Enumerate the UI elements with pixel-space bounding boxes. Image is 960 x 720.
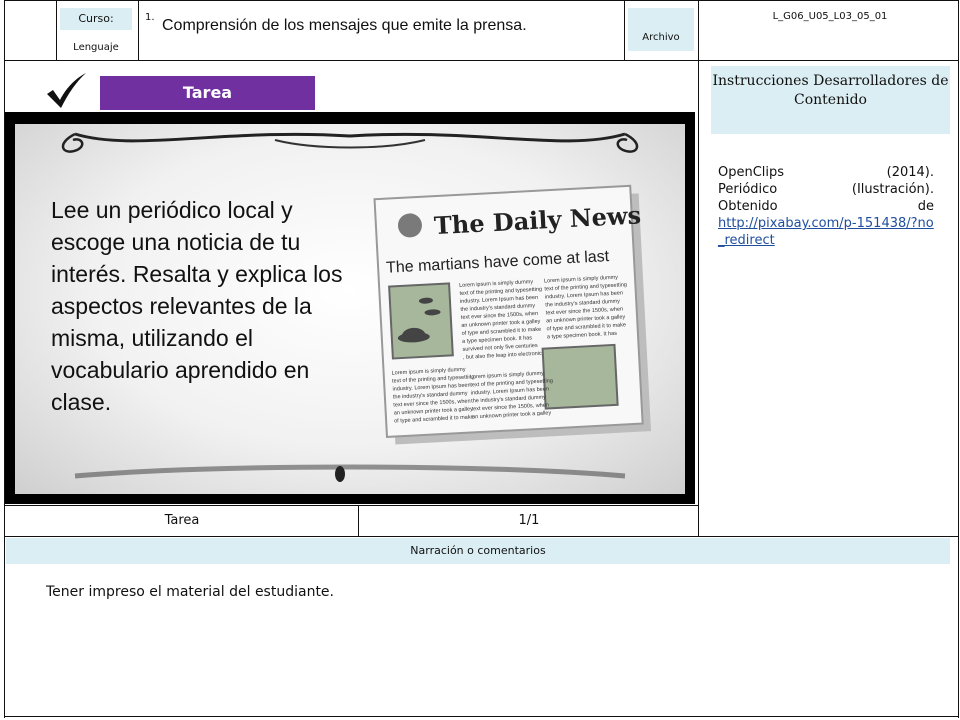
credit-type: (Ilustración). <box>851 182 934 197</box>
header-divider <box>4 60 959 61</box>
credit-source: OpenClips <box>718 165 785 180</box>
header-col-1 <box>56 0 57 60</box>
page-counter: 1/1 <box>518 513 540 528</box>
slide-canvas: Lee un periódico local y escoge una noti… <box>15 124 685 494</box>
newspaper-illustration: The Daily News The martians have come at… <box>373 184 652 445</box>
outer-border-right <box>958 0 959 718</box>
task-button[interactable]: Tarea <box>100 76 315 110</box>
main-col-divider <box>698 0 699 537</box>
credit-obtained: Obtenido <box>718 199 778 214</box>
header-col-3 <box>624 0 625 60</box>
footer-task-label: Tarea <box>164 513 200 528</box>
credit-link[interactable]: http://pixabay.com/p-151438/?no_redirect <box>718 215 934 249</box>
course-label: Curso: <box>60 8 132 30</box>
item-number: 1. <box>145 12 155 23</box>
header-col-2 <box>138 0 139 60</box>
image-credit: OpenClips (2014). Periódico (Ilustración).… <box>718 164 934 249</box>
narration-label: Narración o comentarios <box>6 538 950 564</box>
credit-title: Periódico <box>718 182 778 197</box>
archive-label: Archivo <box>628 8 694 51</box>
developer-instructions-label: Instrucciones Desarrolladores de Conteni… <box>711 66 950 134</box>
narration-text: Tener impreso el material del estudiante… <box>46 584 334 600</box>
checkmark-icon <box>47 73 86 108</box>
task-slide: Lee un periódico local y escoge una noti… <box>5 112 695 504</box>
outer-border-top <box>4 0 959 1</box>
narration-top-line <box>4 536 959 537</box>
outer-border-bottom <box>4 716 959 717</box>
resource-code: L_G06_U05_L03_05_01 <box>772 11 888 22</box>
page-title: Comprensión de los mensajes que emite la… <box>162 17 527 34</box>
task-instructions-text: Lee un periódico local y escoge una noti… <box>51 197 343 415</box>
credit-from: de <box>917 199 934 214</box>
credit-year: (2014). <box>886 165 934 180</box>
course-value: Lenguaje <box>73 42 119 53</box>
